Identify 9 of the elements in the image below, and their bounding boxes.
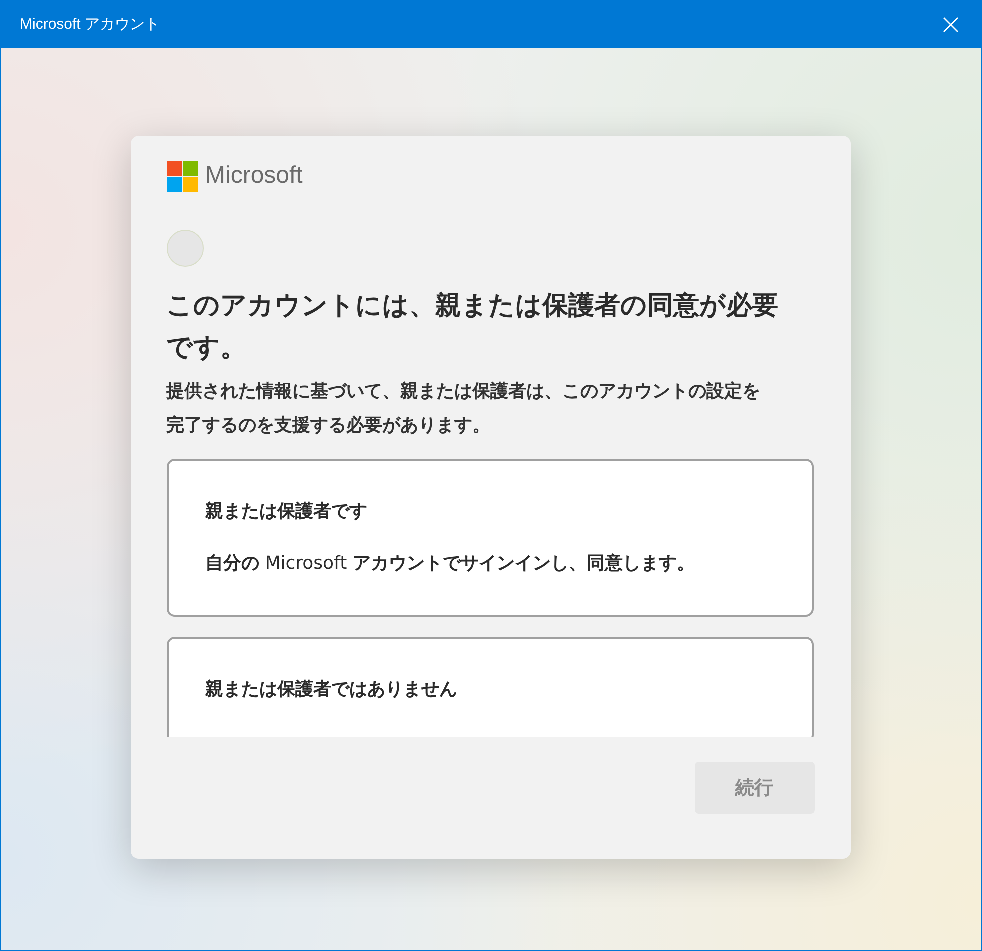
window-title: Microsoft アカウント [20, 15, 160, 34]
close-icon [943, 16, 959, 32]
logo-text: Microsoft [206, 162, 303, 190]
description: 提供された情報に基づいて、親または保護者は、このアカウントの設定を完了するのを支援する必要があります。 [166, 380, 762, 438]
logo-icon [166, 160, 198, 192]
option-card[interactable]: 親または保護者ではありません [166, 637, 814, 737]
avatar-icon [166, 230, 204, 267]
heading: このアカウントには、親または保護者の同意が必要です。 [166, 290, 780, 365]
option-card[interactable]: 親または保護者です 自分の Microsoft アカウントでサインインし、同意します。 [166, 459, 814, 617]
